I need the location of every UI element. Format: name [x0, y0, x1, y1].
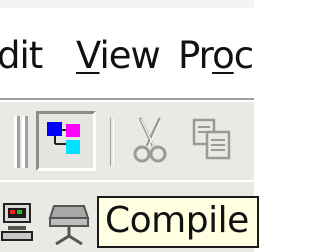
copy-icon	[192, 118, 231, 160]
build-icon	[1, 203, 33, 241]
compile-tooltip: Compile	[97, 196, 259, 248]
tree-view-icon	[47, 122, 80, 154]
toolbar-grip-dark[interactable]	[17, 116, 20, 168]
tree-view-button[interactable]	[36, 111, 96, 171]
menu-edit-label: dit	[0, 34, 43, 77]
menu-view[interactable]: View	[76, 34, 161, 78]
menu-edit[interactable]: dit	[0, 34, 43, 78]
menu-view-label: View	[76, 34, 161, 77]
cut-button[interactable]	[128, 114, 172, 168]
scissors-icon	[133, 117, 167, 163]
standard-toolbar	[0, 102, 254, 180]
build-button[interactable]	[0, 198, 40, 248]
toolbar-separator	[110, 118, 114, 166]
toolbar-grip-dark-2	[25, 116, 28, 168]
compile-icon	[48, 205, 90, 246]
tree-node-child-2	[66, 140, 80, 154]
menu-project[interactable]: Proc	[178, 34, 254, 78]
compile-button[interactable]	[44, 198, 94, 248]
tree-node-child-1	[66, 124, 80, 137]
window-top-strip	[0, 0, 254, 8]
menu-bar: dit View Proc	[0, 8, 254, 100]
menu-project-label: Proc	[178, 34, 254, 77]
tree-node-root	[47, 122, 62, 136]
copy-button[interactable]	[188, 116, 238, 166]
